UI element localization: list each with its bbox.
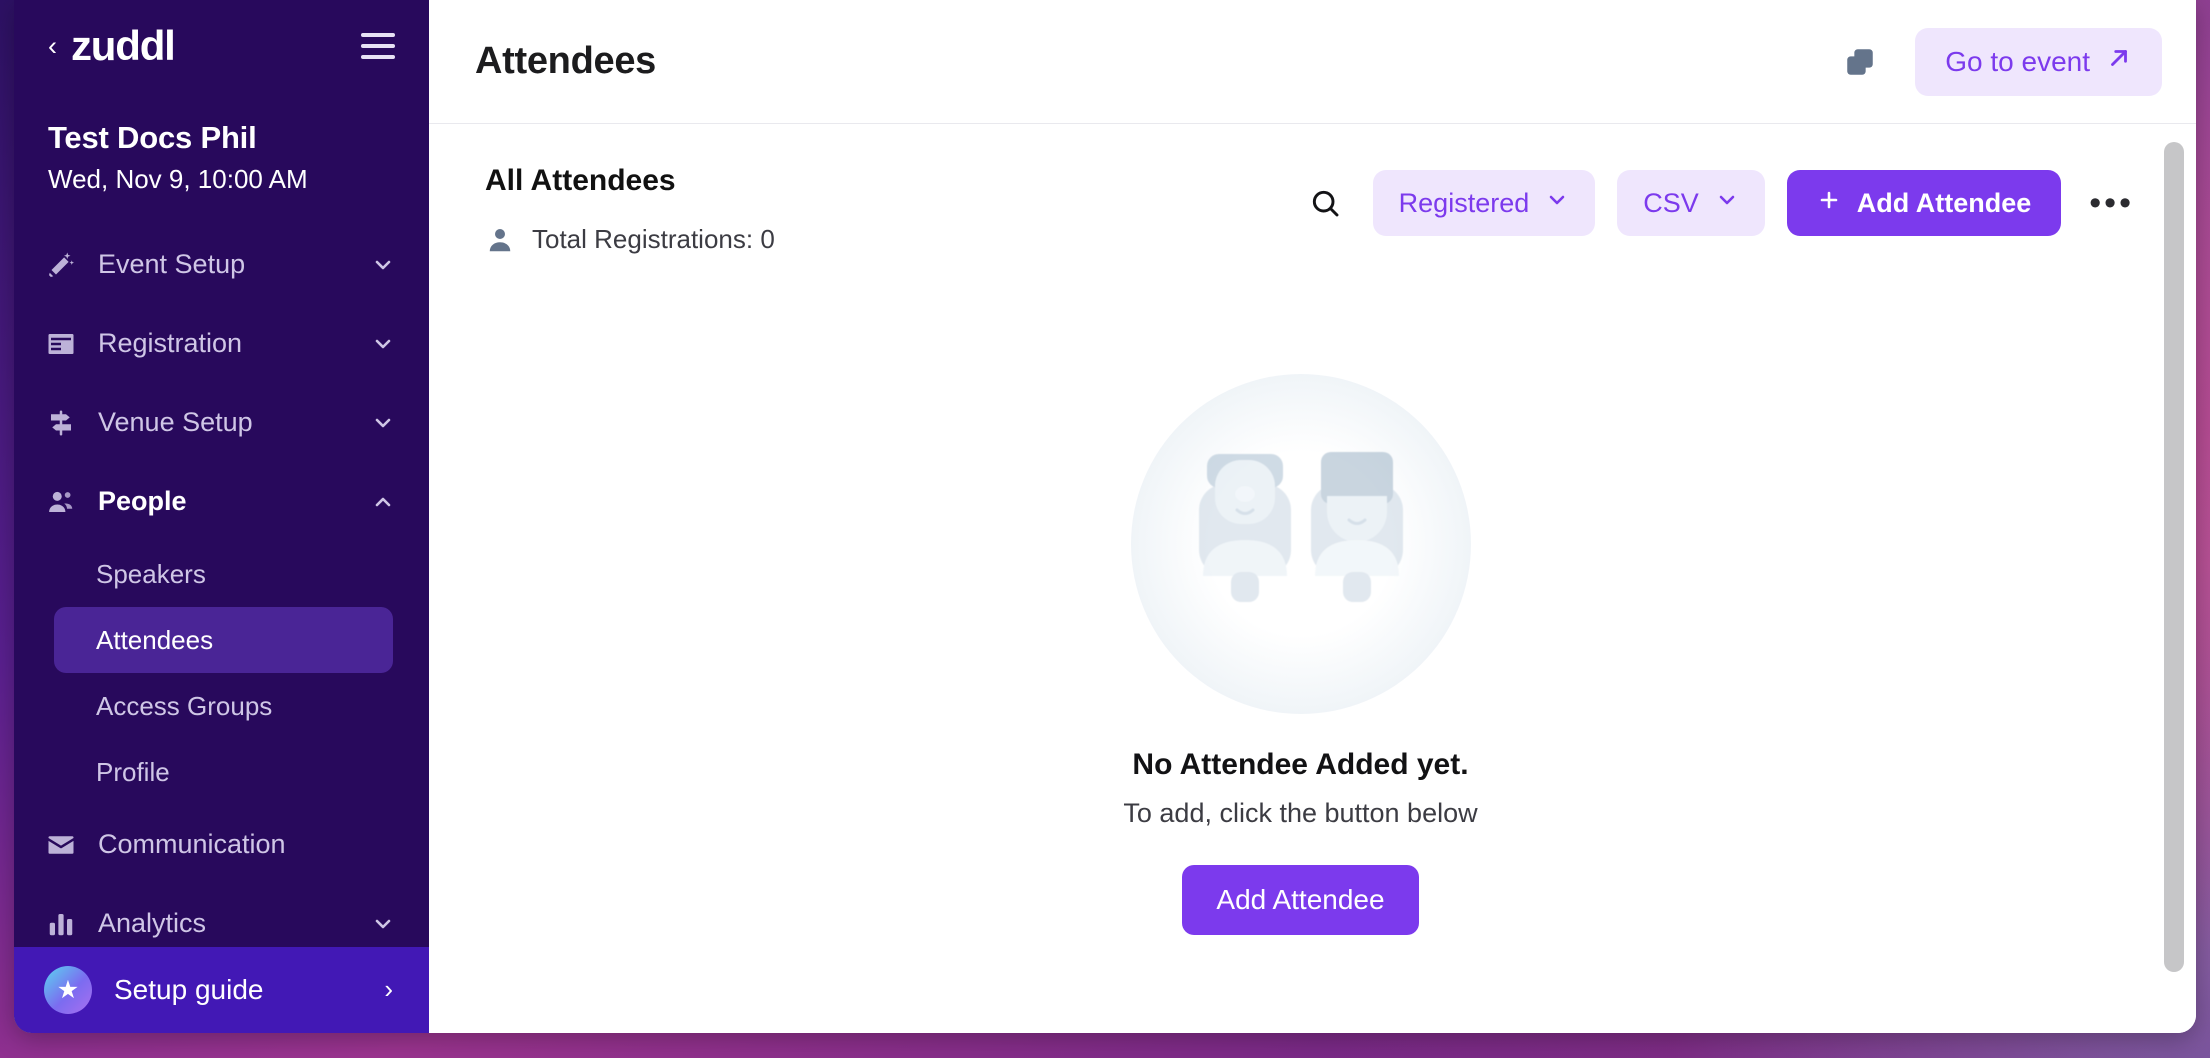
event-datetime: Wed, Nov 9, 10:00 AM xyxy=(48,164,308,194)
total-registrations-row: Total Registrations: 0 xyxy=(485,224,1309,255)
export-format-dropdown[interactable]: CSV xyxy=(1617,170,1765,236)
total-registrations-value: Total Registrations: 0 xyxy=(532,224,775,254)
arrow-up-right-icon xyxy=(2106,45,2132,78)
toolbar-left: All Attendees Total Registrations: 0 xyxy=(485,164,1309,255)
scrollbar-thumb[interactable] xyxy=(2164,142,2184,972)
empty-state-subtitle: To add, click the button below xyxy=(1123,798,1478,828)
sidebar-brand-row: ‹ zuddl xyxy=(48,0,395,92)
chevron-down-icon[interactable] xyxy=(371,332,395,356)
bar-chart-icon xyxy=(44,907,78,941)
sidebar-item-label: Communication xyxy=(98,829,286,859)
sidebar-item-communication[interactable]: Communication xyxy=(14,805,429,884)
duplicate-icon[interactable] xyxy=(1843,45,1877,79)
more-options-icon[interactable]: ••• xyxy=(2083,185,2140,220)
envelope-icon xyxy=(44,828,78,862)
status-filter-value: Registered xyxy=(1398,187,1530,218)
sidebar-item-label: Registration xyxy=(98,328,243,358)
plus-icon xyxy=(1817,188,1841,219)
go-to-event-button[interactable]: Go to event xyxy=(1915,27,2162,96)
people-subnav: Speakers Attendees Access Groups Profile xyxy=(14,541,429,805)
sidebar-item-label: Analytics xyxy=(98,908,207,938)
sidebar-item-label: Event Setup xyxy=(98,249,246,279)
two-people-illustration xyxy=(1130,374,1471,714)
page-topbar: Attendees Go to event xyxy=(429,0,2196,124)
empty-state-title: No Attendee Added yet. xyxy=(1132,748,1469,781)
sidebar: ‹ zuddl Test Docs Phil Wed, Nov 9, 10:00… xyxy=(14,0,429,1033)
status-filter-dropdown[interactable]: Registered xyxy=(1372,170,1596,236)
sidebar-item-analytics[interactable]: Analytics xyxy=(14,884,429,947)
person-icon xyxy=(485,225,515,255)
people-icon xyxy=(44,485,78,519)
sidebar-subitem-profile[interactable]: Profile xyxy=(54,739,393,805)
sidebar-subitem-attendees[interactable]: Attendees xyxy=(54,607,393,673)
scrollbar-track[interactable] xyxy=(2164,124,2190,1033)
empty-state: No Attendee Added yet. To add, click the… xyxy=(429,374,2172,935)
chevron-right-icon[interactable]: › xyxy=(384,974,393,1005)
sidebar-item-venue-setup[interactable]: Venue Setup xyxy=(14,383,429,462)
sidebar-item-label: People xyxy=(98,486,187,516)
setup-guide-button[interactable]: ★ Setup guide › xyxy=(14,946,429,1033)
setup-guide-label: Setup guide xyxy=(114,973,264,1005)
add-attendee-cta-button[interactable]: Add Attendee xyxy=(1182,865,1419,935)
sidebar-item-registration[interactable]: Registration xyxy=(14,304,429,383)
signpost-icon xyxy=(44,406,78,440)
magic-wand-icon xyxy=(44,248,78,282)
export-format-value: CSV xyxy=(1643,187,1699,218)
sidebar-item-people[interactable]: People xyxy=(14,462,429,541)
chevron-down-icon[interactable] xyxy=(371,411,395,435)
chevron-down-icon xyxy=(1715,188,1739,219)
back-chevron-icon[interactable]: ‹ xyxy=(48,32,57,60)
sidebar-nav: Event Setup Registration Venue Setup Peo… xyxy=(14,225,429,947)
add-attendee-label: Add Attendee xyxy=(1856,187,2032,218)
search-icon[interactable] xyxy=(1309,187,1341,219)
sidebar-subitem-access-groups[interactable]: Access Groups xyxy=(54,673,393,739)
content-area: All Attendees Total Registrations: 0 Reg… xyxy=(429,124,2196,1033)
attendees-toolbar: All Attendees Total Registrations: 0 Reg… xyxy=(485,164,2140,255)
app-window: ‹ zuddl Test Docs Phil Wed, Nov 9, 10:00… xyxy=(14,0,2196,1033)
form-icon xyxy=(44,327,78,361)
sidebar-item-label: Venue Setup xyxy=(98,407,253,437)
toolbar-right: Registered CSV Add Attendee ••• xyxy=(1309,164,2140,236)
event-name: Test Docs Phil xyxy=(48,120,257,155)
chevron-down-icon[interactable] xyxy=(371,912,395,936)
sidebar-item-event-setup[interactable]: Event Setup xyxy=(14,225,429,304)
star-icon: ★ xyxy=(44,965,92,1014)
sidebar-subitem-speakers[interactable]: Speakers xyxy=(54,541,393,607)
chevron-down-icon xyxy=(1545,188,1569,219)
list-heading: All Attendees xyxy=(485,164,676,197)
page-title: Attendees xyxy=(475,40,657,82)
brand-logo[interactable]: zuddl xyxy=(71,25,176,67)
hamburger-icon[interactable] xyxy=(361,33,395,59)
add-attendee-button[interactable]: Add Attendee xyxy=(1786,170,2062,236)
chevron-down-icon[interactable] xyxy=(371,253,395,277)
go-to-event-label: Go to event xyxy=(1945,45,2090,77)
chevron-up-icon[interactable] xyxy=(371,490,395,514)
main-panel: Attendees Go to event All Attendees Tota… xyxy=(429,0,2196,1033)
